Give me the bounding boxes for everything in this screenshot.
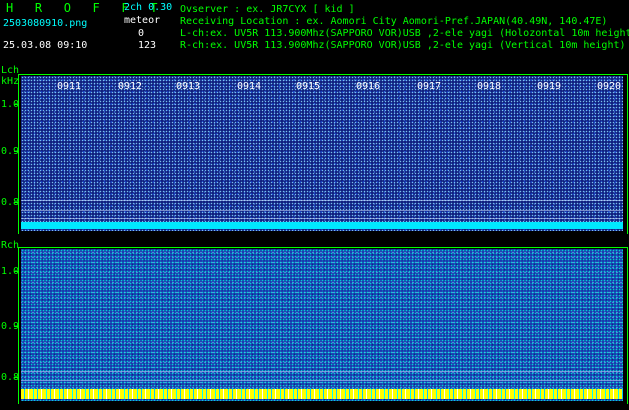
time-label: 0916 bbox=[356, 81, 381, 92]
time-label: 0915 bbox=[296, 81, 321, 92]
lch-description: L-ch:ex. UV5R 113.900Mhz(SAPPORO VOR)USB… bbox=[180, 28, 629, 39]
lch-ytick bbox=[14, 104, 18, 105]
datetime: 25.03.08 09:10 bbox=[3, 40, 88, 51]
rch-frame bbox=[18, 247, 628, 404]
time-label: 0920 bbox=[597, 81, 622, 92]
image-filename: 2503080910.png bbox=[3, 18, 88, 29]
time-label: 0911 bbox=[57, 81, 82, 92]
time-label: 0918 bbox=[477, 81, 502, 92]
observer-line: Ovserver : ex. JR7CYX [ kid ] bbox=[180, 4, 355, 15]
lch-label: Lch bbox=[1, 65, 20, 76]
meteor-count-lch: 0 bbox=[138, 28, 145, 39]
time-label: 0914 bbox=[237, 81, 262, 92]
meteor-count-rch: 123 bbox=[138, 40, 157, 51]
time-label: 0913 bbox=[176, 81, 201, 92]
meteor-label: meteor bbox=[124, 15, 161, 26]
lch-unit-label: kHz bbox=[1, 76, 20, 87]
rch-ytick bbox=[14, 377, 18, 378]
rch-label: Rch bbox=[1, 240, 20, 251]
location-line: Receiving Location : ex. Aomori City Aom… bbox=[180, 16, 608, 27]
lch-ytick bbox=[14, 151, 18, 152]
lch-ytick bbox=[14, 202, 18, 203]
rch-ytick bbox=[14, 326, 18, 327]
lch-frame bbox=[18, 74, 628, 234]
mode-label: 2ch 0.30 bbox=[124, 2, 173, 13]
time-label: 0917 bbox=[417, 81, 442, 92]
rch-description: R-ch:ex. UV5R 113.900Mhz(SAPPORO VOR)USB… bbox=[180, 40, 626, 51]
time-label: 0919 bbox=[537, 81, 562, 92]
rch-ytick bbox=[14, 271, 18, 272]
time-label: 0912 bbox=[118, 81, 143, 92]
